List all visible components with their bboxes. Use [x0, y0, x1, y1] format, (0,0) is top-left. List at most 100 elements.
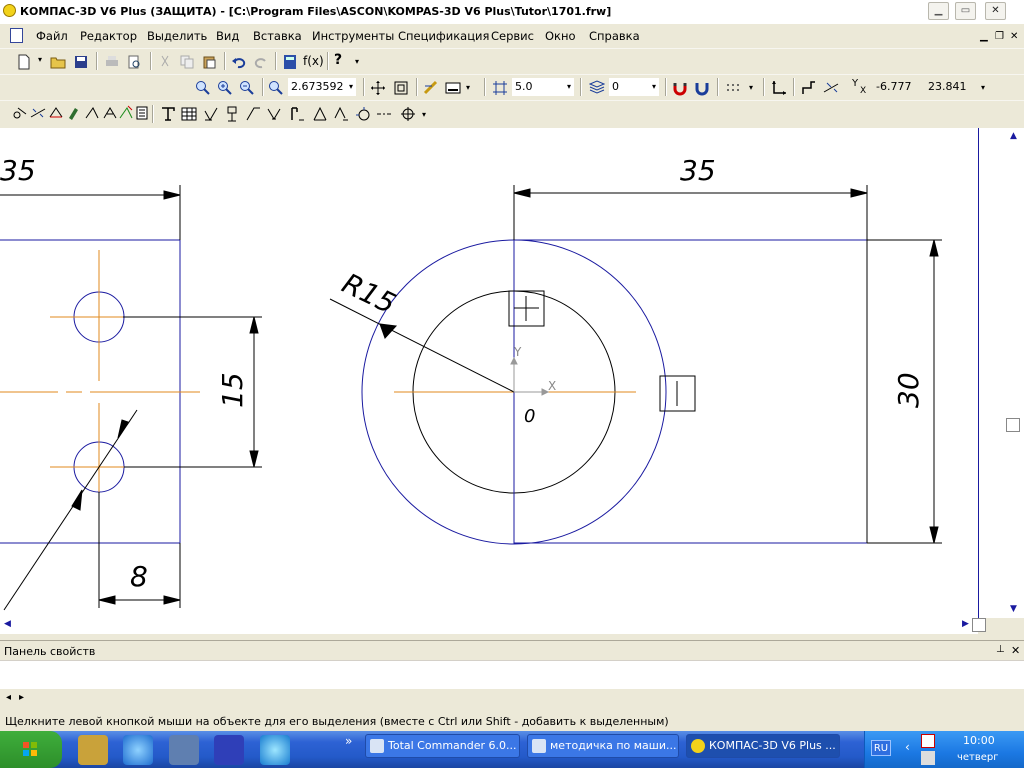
quick-launch-app-icon[interactable] [260, 735, 290, 765]
horizontal-scrollbar[interactable]: ◀ ▶ [0, 618, 986, 634]
menu-tools[interactable]: Инструменты [312, 29, 394, 43]
spec-tool-icon[interactable] [134, 105, 150, 121]
radius-leader[interactable] [329, 298, 515, 393]
doc-restore-button[interactable]: ❐ [995, 31, 1004, 42]
save-icon[interactable] [73, 54, 89, 70]
drawing-svg[interactable]: 35 35 R15 15 8 30 0 Y X [0, 128, 978, 634]
redo-icon[interactable] [253, 54, 269, 70]
antivirus-icon[interactable] [921, 734, 935, 748]
snap-settings-icon[interactable] [694, 80, 710, 96]
new-dropdown-arrow[interactable]: ▾ [38, 55, 42, 64]
fx-button[interactable]: f(x) [303, 54, 324, 68]
tray-expand-arrow[interactable]: ‹ [905, 740, 910, 754]
clock-time[interactable]: 10:00 [963, 734, 995, 747]
zoom-scale-combo[interactable]: 2.673592 ▾ [288, 78, 356, 96]
line-width-combo[interactable]: 5.0 ▾ [512, 78, 574, 96]
task-word-document[interactable]: методичка по маши... [527, 734, 679, 758]
pin-icon[interactable]: ⊥ [996, 644, 1005, 655]
menu-view[interactable]: Вид [216, 29, 239, 43]
layers-icon[interactable] [589, 80, 605, 96]
centerline-tool-icon[interactable] [376, 106, 392, 122]
scroll-down-arrow[interactable]: ▼ [1010, 604, 1017, 614]
menu-select[interactable]: Выделить [147, 29, 207, 43]
arrow-tool-icon[interactable] [266, 106, 282, 122]
maximize-button[interactable]: ▭ [955, 2, 976, 20]
left-width-dim-line[interactable] [0, 185, 181, 240]
axis-tool-icon[interactable] [355, 106, 371, 122]
scroll-right-arrow[interactable]: ▶ [962, 619, 969, 629]
menu-help[interactable]: Справка [589, 29, 640, 43]
new-document-icon[interactable] [16, 54, 32, 70]
menu-specification[interactable]: Спецификация [398, 29, 489, 43]
scroll-left-arrow[interactable]: ◀ [4, 619, 11, 629]
print-preview-icon[interactable] [126, 54, 142, 70]
menu-window[interactable]: Окно [545, 29, 576, 43]
panel-close-button[interactable]: ✕ [1011, 644, 1020, 657]
cut-icon[interactable] [157, 54, 173, 70]
network-icon[interactable] [921, 751, 935, 765]
round-icon[interactable] [823, 80, 839, 96]
paste-icon[interactable] [201, 54, 217, 70]
menu-file[interactable]: Файл [36, 29, 68, 43]
leader-tool-icon[interactable] [225, 106, 241, 122]
language-indicator[interactable]: RU [871, 740, 891, 756]
menu-service[interactable]: Сервис [491, 29, 534, 43]
start-button[interactable] [0, 731, 62, 768]
center-mark-tool-icon[interactable] [400, 106, 416, 122]
quick-launch-desktop-icon[interactable] [169, 735, 199, 765]
scroll-thumb[interactable] [1006, 418, 1020, 432]
scroll-up-arrow[interactable]: ▲ [1010, 131, 1017, 141]
base-tool-icon[interactable] [245, 106, 261, 122]
quick-launch-more[interactable]: » [345, 734, 352, 748]
copy-icon[interactable] [179, 54, 195, 70]
text-tool-icon[interactable] [160, 106, 176, 122]
tools-dropdown-arrow[interactable]: ▾ [422, 110, 426, 119]
document-icon[interactable] [10, 28, 23, 43]
menu-insert[interactable]: Вставка [253, 29, 302, 43]
parametrize-tool-icon[interactable] [84, 105, 100, 121]
coords-dropdown-arrow[interactable]: ▾ [981, 83, 985, 92]
zoom-in-icon[interactable] [217, 80, 233, 96]
line-style-icon[interactable] [492, 80, 508, 96]
task-total-commander[interactable]: Total Commander 6.0... [365, 734, 520, 758]
show-all-icon[interactable] [393, 80, 409, 96]
display-icon[interactable] [445, 80, 461, 96]
display-dropdown-arrow[interactable]: ▾ [466, 83, 470, 92]
pan-icon[interactable] [370, 80, 386, 96]
measure-tool-icon[interactable] [102, 105, 118, 121]
print-icon[interactable] [104, 54, 120, 70]
position-tool-icon[interactable] [333, 106, 349, 122]
cut-line-tool-icon[interactable] [290, 106, 306, 122]
ortho-icon[interactable] [801, 80, 817, 96]
view-arrow-tool-icon[interactable] [312, 106, 328, 122]
hole-diameter-leader[interactable] [3, 409, 138, 611]
table-tool-icon[interactable] [181, 106, 197, 122]
roughness-tool-icon[interactable] [203, 106, 219, 122]
drawing-canvas[interactable]: 35 35 R15 15 8 30 0 Y X [0, 128, 978, 634]
help-dropdown-arrow[interactable]: ▾ [355, 57, 359, 66]
edit-tool-icon[interactable] [66, 105, 82, 121]
doc-close-button[interactable]: ✕ [1010, 31, 1018, 42]
close-button[interactable]: ✕ [985, 2, 1006, 20]
quick-launch-total-commander-icon[interactable] [78, 735, 108, 765]
refresh-icon[interactable] [423, 80, 439, 96]
snap-magnet-icon[interactable] [672, 80, 688, 96]
quick-launch-floppy-icon[interactable] [214, 735, 244, 765]
vertical-scrollbar[interactable]: ▲ ▼ [978, 128, 1024, 634]
local-cs-icon[interactable] [771, 80, 787, 96]
zoom-window-icon[interactable] [195, 80, 211, 96]
zoom-out-icon[interactable] [239, 80, 255, 96]
symbols-tool-icon[interactable] [48, 105, 64, 121]
panel-prev-button[interactable]: ◂ [6, 692, 11, 703]
grid-icon[interactable] [725, 80, 741, 96]
undo-icon[interactable] [231, 54, 247, 70]
task-kompas[interactable]: КОМПАС-3D V6 Plus ... [686, 734, 840, 758]
minimize-button[interactable]: ▁ [928, 2, 949, 20]
dimension-tool-icon[interactable] [30, 105, 46, 121]
quick-launch-ie-icon[interactable] [123, 735, 153, 765]
layer-combo[interactable]: 0 ▾ [609, 78, 659, 96]
menu-edit[interactable]: Редактор [80, 29, 137, 43]
grid-dropdown-arrow[interactable]: ▾ [749, 83, 753, 92]
calculator-icon[interactable] [282, 54, 298, 70]
top-35-dim-line[interactable] [513, 185, 868, 543]
